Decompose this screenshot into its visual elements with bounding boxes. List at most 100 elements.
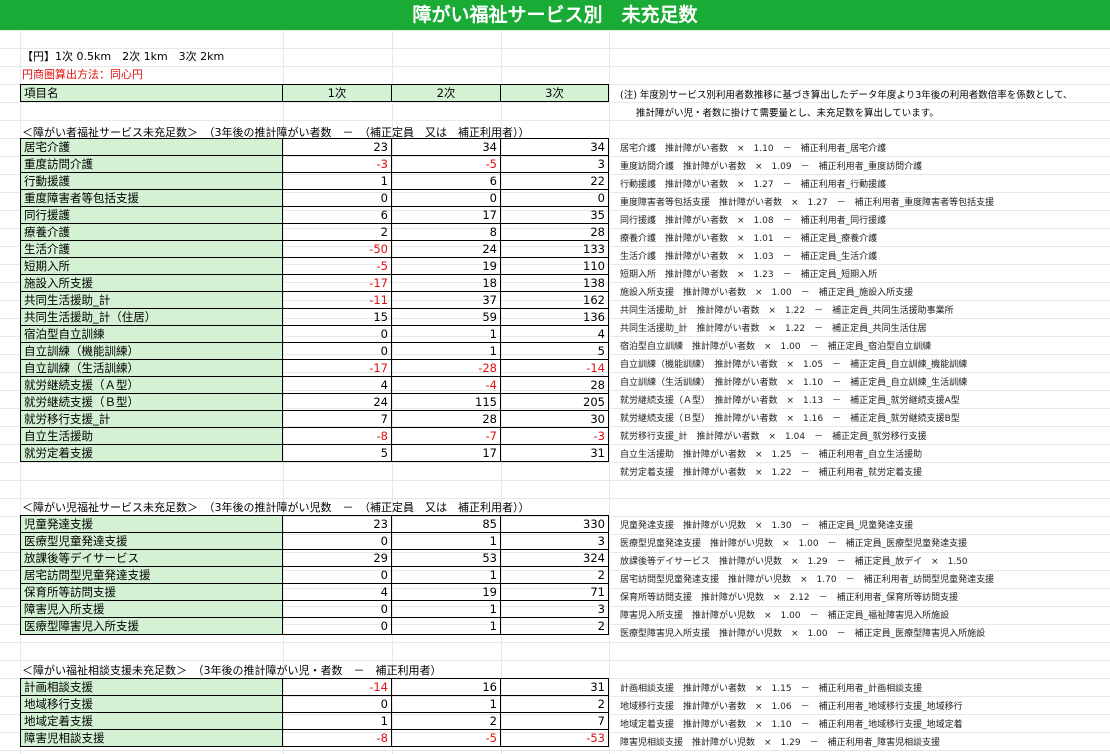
row-value-cell[interactable]: -8	[282, 729, 392, 747]
row-value-cell[interactable]: 34	[500, 138, 609, 156]
row-name-cell[interactable]: 居宅訪問型児童発達支援	[20, 566, 283, 584]
row-value-cell[interactable]: 34	[391, 138, 501, 156]
row-value-cell[interactable]: 16	[391, 678, 501, 696]
row-value-cell[interactable]: 29	[282, 549, 392, 567]
row-value-cell[interactable]: 4	[282, 376, 392, 394]
row-value-cell[interactable]: 5	[500, 342, 609, 360]
row-value-cell[interactable]: 71	[500, 583, 609, 601]
row-name-cell[interactable]: 同行援護	[20, 206, 283, 224]
row-value-cell[interactable]: 0	[282, 695, 392, 713]
row-value-cell[interactable]: 24	[282, 393, 392, 411]
row-value-cell[interactable]: 23	[282, 515, 392, 533]
row-value-cell[interactable]: 0	[282, 617, 392, 635]
row-value-cell[interactable]: 0	[282, 189, 392, 207]
row-name-cell[interactable]: 放課後等デイサービス	[20, 549, 283, 567]
row-value-cell[interactable]: 330	[500, 515, 609, 533]
row-name-cell[interactable]: 居宅介護	[20, 138, 283, 156]
row-value-cell[interactable]: 324	[500, 549, 609, 567]
row-value-cell[interactable]: 0	[282, 566, 392, 584]
row-value-cell[interactable]: 17	[391, 444, 501, 462]
row-value-cell[interactable]: 35	[500, 206, 609, 224]
row-name-cell[interactable]: 医療型障害児入所支援	[20, 617, 283, 635]
row-name-cell[interactable]: 自立訓練（生活訓練）	[20, 359, 283, 377]
row-value-cell[interactable]: 2	[500, 695, 609, 713]
row-name-cell[interactable]: 計画相談支援	[20, 678, 283, 696]
row-value-cell[interactable]: -3	[500, 427, 609, 445]
row-value-cell[interactable]: 8	[391, 223, 501, 241]
row-value-cell[interactable]: 136	[500, 308, 609, 326]
row-value-cell[interactable]: 1	[391, 617, 501, 635]
row-value-cell[interactable]: 7	[500, 712, 609, 730]
row-name-cell[interactable]: 短期入所	[20, 257, 283, 275]
row-value-cell[interactable]: 1	[391, 325, 501, 343]
row-name-cell[interactable]: 医療型児童発達支援	[20, 532, 283, 550]
header-c1-cell[interactable]: 1次	[282, 84, 392, 102]
row-name-cell[interactable]: 障害児入所支援	[20, 600, 283, 618]
row-value-cell[interactable]: -4	[391, 376, 501, 394]
row-value-cell[interactable]: 1	[391, 566, 501, 584]
row-value-cell[interactable]: 23	[282, 138, 392, 156]
row-name-cell[interactable]: 療養介護	[20, 223, 283, 241]
row-value-cell[interactable]: 1	[391, 342, 501, 360]
row-value-cell[interactable]: -28	[391, 359, 501, 377]
row-value-cell[interactable]: 1	[282, 712, 392, 730]
row-value-cell[interactable]: 133	[500, 240, 609, 258]
row-name-cell[interactable]: 行動援護	[20, 172, 283, 190]
row-value-cell[interactable]: -5	[391, 729, 501, 747]
row-value-cell[interactable]: 162	[500, 291, 609, 309]
row-value-cell[interactable]: 18	[391, 274, 501, 292]
row-value-cell[interactable]: 31	[500, 678, 609, 696]
row-value-cell[interactable]: 53	[391, 549, 501, 567]
row-value-cell[interactable]: -7	[391, 427, 501, 445]
row-value-cell[interactable]: -3	[282, 155, 392, 173]
row-value-cell[interactable]: 2	[500, 566, 609, 584]
row-name-cell[interactable]: 就労定着支援	[20, 444, 283, 462]
row-value-cell[interactable]: 3	[500, 600, 609, 618]
row-value-cell[interactable]: 0	[500, 189, 609, 207]
row-value-cell[interactable]: 0	[391, 189, 501, 207]
row-value-cell[interactable]: 0	[282, 325, 392, 343]
row-value-cell[interactable]: -5	[282, 257, 392, 275]
row-value-cell[interactable]: 28	[500, 223, 609, 241]
row-value-cell[interactable]: 28	[391, 410, 501, 428]
row-name-cell[interactable]: 就労移行支援_計	[20, 410, 283, 428]
row-value-cell[interactable]: 115	[391, 393, 501, 411]
row-value-cell[interactable]: 205	[500, 393, 609, 411]
row-name-cell[interactable]: 生活介護	[20, 240, 283, 258]
row-name-cell[interactable]: 施設入所支援	[20, 274, 283, 292]
row-value-cell[interactable]: 15	[282, 308, 392, 326]
header-c2-cell[interactable]: 2次	[391, 84, 501, 102]
row-value-cell[interactable]: -5	[391, 155, 501, 173]
row-value-cell[interactable]: 110	[500, 257, 609, 275]
row-name-cell[interactable]: 共同生活援助_計（住居）	[20, 308, 283, 326]
row-name-cell[interactable]: 自立訓練（機能訓練）	[20, 342, 283, 360]
row-name-cell[interactable]: 重度訪問介護	[20, 155, 283, 173]
row-value-cell[interactable]: 0	[282, 600, 392, 618]
row-value-cell[interactable]: 24	[391, 240, 501, 258]
row-value-cell[interactable]: -17	[282, 359, 392, 377]
row-value-cell[interactable]: 6	[391, 172, 501, 190]
row-value-cell[interactable]: -50	[282, 240, 392, 258]
row-value-cell[interactable]: 22	[500, 172, 609, 190]
row-value-cell[interactable]: 19	[391, 583, 501, 601]
row-value-cell[interactable]: 31	[500, 444, 609, 462]
row-value-cell[interactable]: 0	[282, 532, 392, 550]
row-value-cell[interactable]: 2	[391, 712, 501, 730]
row-value-cell[interactable]: 6	[282, 206, 392, 224]
row-name-cell[interactable]: 保育所等訪問支援	[20, 583, 283, 601]
row-name-cell[interactable]: 共同生活援助_計	[20, 291, 283, 309]
row-name-cell[interactable]: 就労継続支援（Ｂ型）	[20, 393, 283, 411]
row-value-cell[interactable]: 1	[391, 600, 501, 618]
header-c3-cell[interactable]: 3次	[500, 84, 609, 102]
row-value-cell[interactable]: 37	[391, 291, 501, 309]
row-value-cell[interactable]: -11	[282, 291, 392, 309]
header-name-cell[interactable]: 項目名	[20, 84, 283, 102]
row-value-cell[interactable]: -14	[282, 678, 392, 696]
row-value-cell[interactable]: 19	[391, 257, 501, 275]
row-value-cell[interactable]: -17	[282, 274, 392, 292]
row-name-cell[interactable]: 重度障害者等包括支援	[20, 189, 283, 207]
row-name-cell[interactable]: 宿泊型自立訓練	[20, 325, 283, 343]
row-value-cell[interactable]: 1	[282, 172, 392, 190]
row-value-cell[interactable]: 138	[500, 274, 609, 292]
row-value-cell[interactable]: 1	[391, 532, 501, 550]
